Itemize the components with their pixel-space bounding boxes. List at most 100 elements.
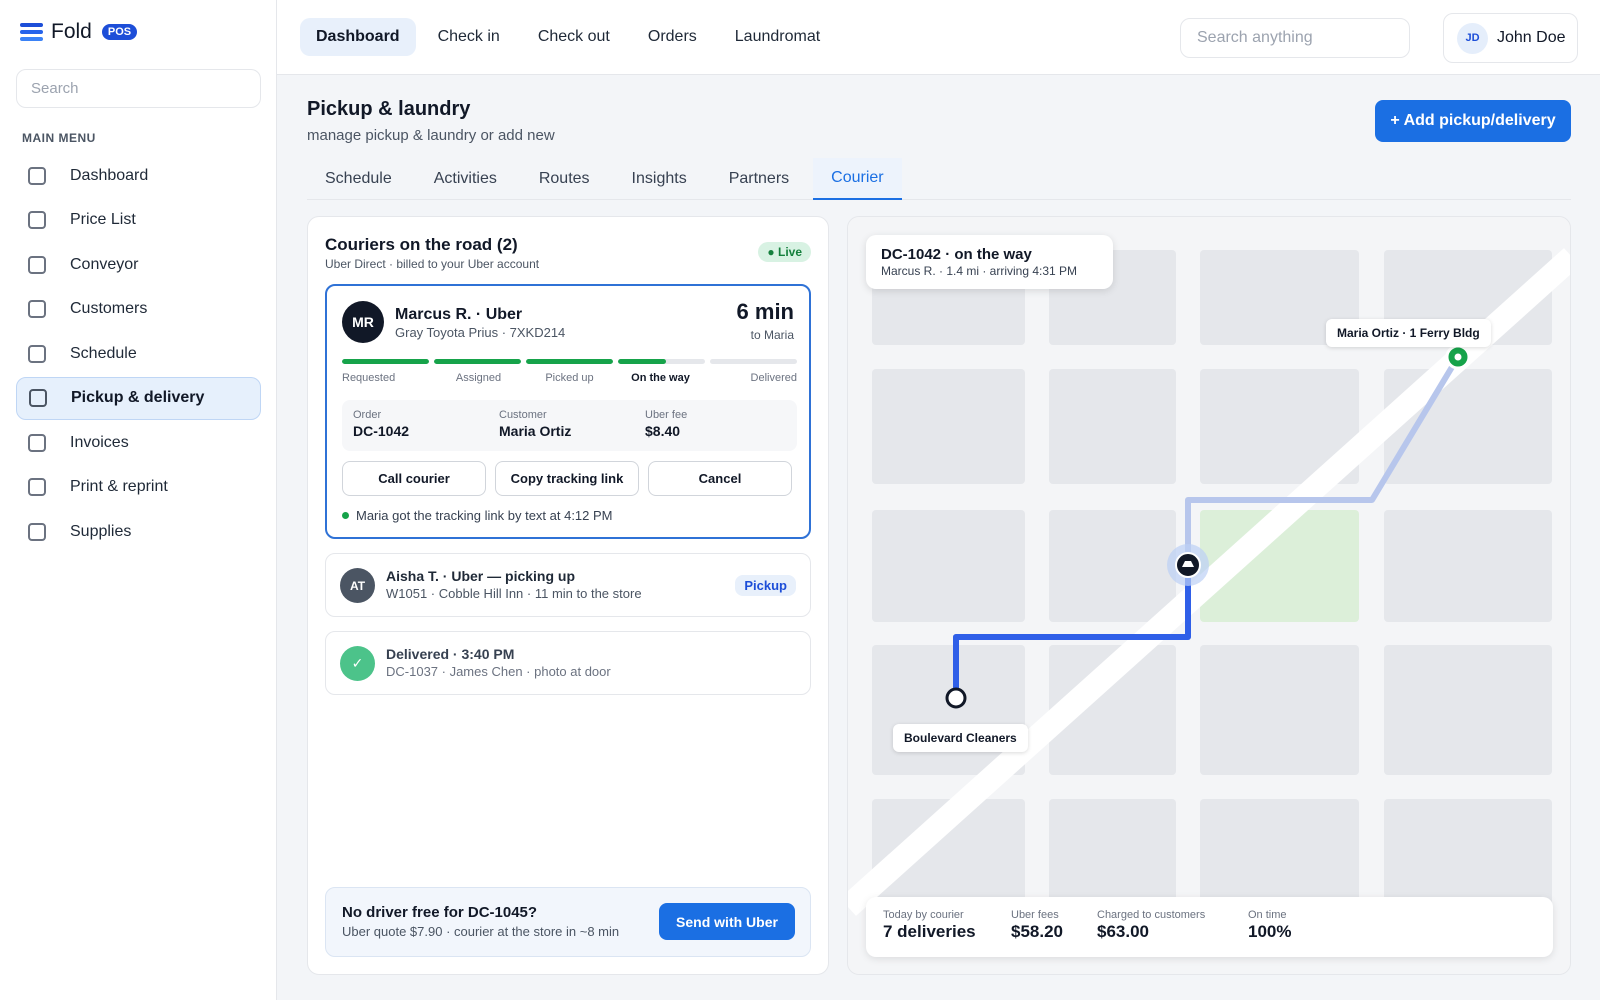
checkbox-icon bbox=[28, 522, 46, 541]
global-search-input[interactable] bbox=[1180, 18, 1410, 58]
progress-segment bbox=[618, 359, 705, 364]
order-number: DC-1042 bbox=[353, 423, 410, 439]
origin-label: Boulevard Cleaners bbox=[893, 724, 1028, 752]
couriers-panel: Couriers on the road (2) Uber Direct · b… bbox=[307, 216, 829, 975]
avatar: MR bbox=[342, 301, 384, 343]
stat-label: Uber fees bbox=[1011, 909, 1059, 921]
send-with-uber-button[interactable]: Send with Uber bbox=[659, 903, 795, 940]
sidebar-item-label: Price List bbox=[70, 211, 136, 228]
order-col: Order DC-1042 bbox=[353, 409, 409, 439]
call-courier-button[interactable]: Call courier bbox=[342, 461, 486, 496]
pos-badge: POS bbox=[101, 24, 138, 40]
checkbox-icon bbox=[28, 255, 46, 274]
page-tabs: Schedule Activities Routes Insights Part… bbox=[307, 158, 1571, 200]
stat-label: Today by courier bbox=[883, 909, 964, 921]
tab-partners[interactable]: Partners bbox=[711, 158, 807, 200]
checkbox-icon bbox=[28, 478, 46, 496]
topnav-orders[interactable]: Orders bbox=[632, 18, 713, 56]
stat-on-time: On time 100% bbox=[1248, 909, 1291, 942]
sidebar-item-supplies[interactable]: Supplies bbox=[16, 510, 261, 553]
progress-fill bbox=[526, 359, 613, 364]
couriers-title: Couriers on the road (2) bbox=[325, 235, 518, 254]
sidebar-item-pickup-delivery[interactable]: Pickup & delivery bbox=[16, 376, 261, 420]
sidebar-item-schedule[interactable]: Schedule bbox=[16, 332, 261, 375]
progress-segment bbox=[710, 359, 797, 364]
delivered-row-subtitle: DC-1037 · James Chen · photo at door bbox=[386, 664, 611, 679]
fee-col: Uber fee $8.40 bbox=[645, 409, 687, 439]
customer-label: Customer bbox=[499, 409, 547, 421]
check-icon: ✓ bbox=[340, 646, 375, 681]
sidebar-item-label: Conveyor bbox=[70, 255, 139, 273]
courier-name: Marcus R. · Uber bbox=[395, 306, 523, 323]
sidebar-item-print-reprint[interactable]: Print & reprint bbox=[16, 466, 261, 509]
origin-pin-icon[interactable] bbox=[945, 687, 967, 709]
courier-stats: Today by courier 7 deliveries Uber fees … bbox=[866, 897, 1553, 957]
stat-label: On time bbox=[1248, 909, 1287, 921]
cancel-courier-button[interactable]: Cancel bbox=[648, 461, 792, 496]
stat-uber-fees: Uber fees $58.20 bbox=[1011, 909, 1063, 942]
checkbox-icon bbox=[29, 389, 47, 407]
app-logo[interactable]: Fold POS bbox=[20, 20, 138, 44]
sidebar-search-input[interactable] bbox=[16, 69, 261, 108]
tooltip-title: DC-1042 · on the way bbox=[881, 246, 1032, 263]
destination-pin-center bbox=[1454, 353, 1462, 361]
step-label: Picked up bbox=[545, 372, 594, 384]
customer-name: Maria Ortiz bbox=[499, 423, 572, 439]
sidebar-item-label: Invoices bbox=[70, 433, 129, 451]
stat-charged: Charged to customers $63.00 bbox=[1097, 909, 1205, 942]
avatar: AT bbox=[340, 568, 375, 603]
add-pickup-delivery-button[interactable]: + Add pickup/delivery bbox=[1375, 100, 1571, 142]
sidebar-item-label: Schedule bbox=[70, 344, 137, 362]
copy-tracking-link-button[interactable]: Copy tracking link bbox=[495, 461, 639, 496]
delivered-row[interactable]: ✓ Delivered · 3:40 PM DC-1037 · James Ch… bbox=[325, 631, 811, 695]
sidebar-item-invoices[interactable]: Invoices bbox=[16, 421, 261, 464]
stat-value: $63.00 bbox=[1097, 922, 1149, 941]
progress-fill bbox=[434, 359, 521, 364]
checkbox-icon bbox=[28, 344, 46, 363]
progress-steps: Requested Assigned Picked up On the way … bbox=[342, 372, 797, 384]
sidebar-item-label: Print & reprint bbox=[70, 478, 168, 495]
courier-row[interactable]: AT Aisha T. · Uber — picking up W1051 · … bbox=[325, 553, 811, 617]
courier-tooltip: DC-1042 · on the way Marcus R. · 1.4 mi … bbox=[866, 235, 1113, 289]
stat-value: 7 deliveries bbox=[883, 922, 976, 941]
stat-value: 100% bbox=[1248, 922, 1292, 941]
sidebar-item-customers[interactable]: Customers bbox=[16, 288, 261, 331]
fold-logo-icon bbox=[20, 23, 43, 41]
tracking-note-text: Maria got the tracking link by text at 4… bbox=[356, 508, 613, 523]
tab-courier[interactable]: Courier bbox=[813, 158, 902, 200]
courier-eta-destination: to Maria bbox=[750, 328, 794, 342]
stat-deliveries: Today by courier 7 deliveries bbox=[883, 909, 976, 942]
progress-segment bbox=[342, 359, 429, 364]
topnav-check-in[interactable]: Check in bbox=[422, 18, 516, 56]
topnav-laundromat[interactable]: Laundromat bbox=[719, 18, 836, 56]
main-menu-label: MAIN MENU bbox=[22, 131, 96, 145]
customer-col: Customer Maria Ortiz bbox=[499, 409, 571, 439]
courier-map[interactable]: DC-1042 · on the way Marcus R. · 1.4 mi … bbox=[847, 216, 1571, 975]
step-label: Requested bbox=[342, 372, 396, 384]
courier-vehicle: Gray Toyota Prius · 7XKD214 bbox=[395, 325, 566, 340]
progress-segment bbox=[434, 359, 521, 364]
fee-label: Uber fee bbox=[645, 409, 688, 421]
sidebar: Fold POS MAIN MENU Dashboard Price List … bbox=[0, 0, 277, 1000]
courier-row-title: Aisha T. · Uber — picking up bbox=[386, 568, 576, 584]
sidebar-item-price-list[interactable]: Price List bbox=[16, 199, 261, 242]
courier-row-subtitle: W1051 · Cobble Hill Inn · 11 min to the … bbox=[386, 586, 642, 601]
active-courier-card[interactable]: MR Marcus R. · Uber Gray Toyota Prius · … bbox=[325, 284, 811, 539]
user-menu[interactable]: JD John Doe bbox=[1443, 13, 1578, 63]
sidebar-item-dashboard[interactable]: Dashboard bbox=[16, 154, 261, 197]
tab-insights[interactable]: Insights bbox=[614, 158, 705, 200]
page-subtitle: manage pickup & laundry or add new bbox=[307, 127, 555, 144]
topnav-dashboard[interactable]: Dashboard bbox=[300, 18, 416, 56]
topnav-check-out[interactable]: Check out bbox=[522, 18, 626, 56]
stat-value: $58.20 bbox=[1011, 922, 1063, 941]
uber-fee: $8.40 bbox=[645, 423, 681, 439]
main-menu: Dashboard Price List Conveyor Customers … bbox=[16, 154, 261, 555]
tracking-note: Maria got the tracking link by text at 4… bbox=[342, 508, 613, 523]
tab-routes[interactable]: Routes bbox=[521, 158, 608, 200]
tab-activities[interactable]: Activities bbox=[416, 158, 515, 200]
stat-label: Charged to customers bbox=[1097, 909, 1206, 921]
checkbox-icon bbox=[28, 211, 46, 229]
sidebar-item-conveyor[interactable]: Conveyor bbox=[16, 243, 261, 286]
order-details: Order DC-1042 Customer Maria Ortiz Uber … bbox=[342, 400, 797, 451]
tab-schedule[interactable]: Schedule bbox=[307, 158, 410, 200]
